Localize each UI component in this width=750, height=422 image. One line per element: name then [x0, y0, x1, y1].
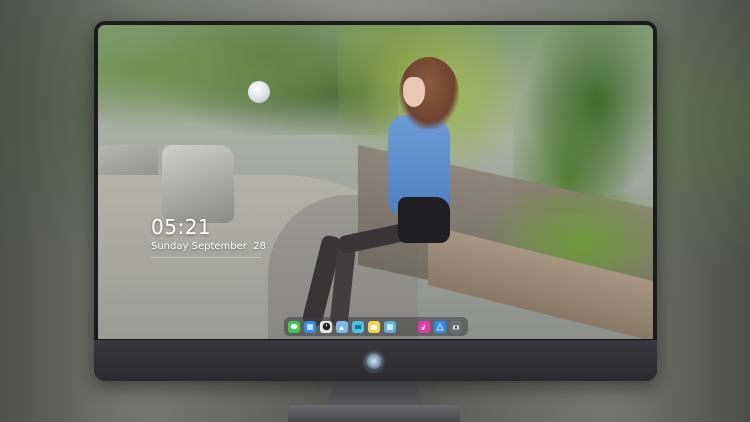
wallpaper-lamp: [248, 81, 270, 103]
messages-icon[interactable]: [288, 320, 300, 333]
lockscreen-date: Sunday September 28: [151, 241, 266, 252]
screen: 05:21 Sunday September 28: [98, 25, 653, 339]
monitor-stand: [326, 381, 424, 407]
video-icon[interactable]: [352, 320, 364, 333]
monitor-chin: [94, 339, 657, 381]
music-icon[interactable]: [418, 320, 430, 333]
notes-icon[interactable]: [368, 320, 380, 333]
monitor-logo-icon: [365, 353, 383, 371]
wallpaper-rock: [162, 145, 234, 223]
clock-icon[interactable]: [320, 320, 332, 333]
app-store-icon[interactable]: [434, 320, 446, 333]
camera-icon[interactable]: [450, 320, 462, 333]
finder-icon[interactable]: [304, 320, 316, 333]
divider: [151, 257, 261, 258]
wallpaper-person: [403, 77, 425, 107]
wallpaper-person: [398, 197, 450, 243]
monitor-stand-base: [288, 405, 460, 422]
gallery-icon[interactable]: [384, 320, 396, 333]
monitor: 05:21 Sunday September 28: [94, 21, 657, 381]
dock: [284, 317, 468, 336]
lockscreen-time: 05:21: [151, 215, 212, 239]
photos-icon[interactable]: [336, 320, 348, 333]
